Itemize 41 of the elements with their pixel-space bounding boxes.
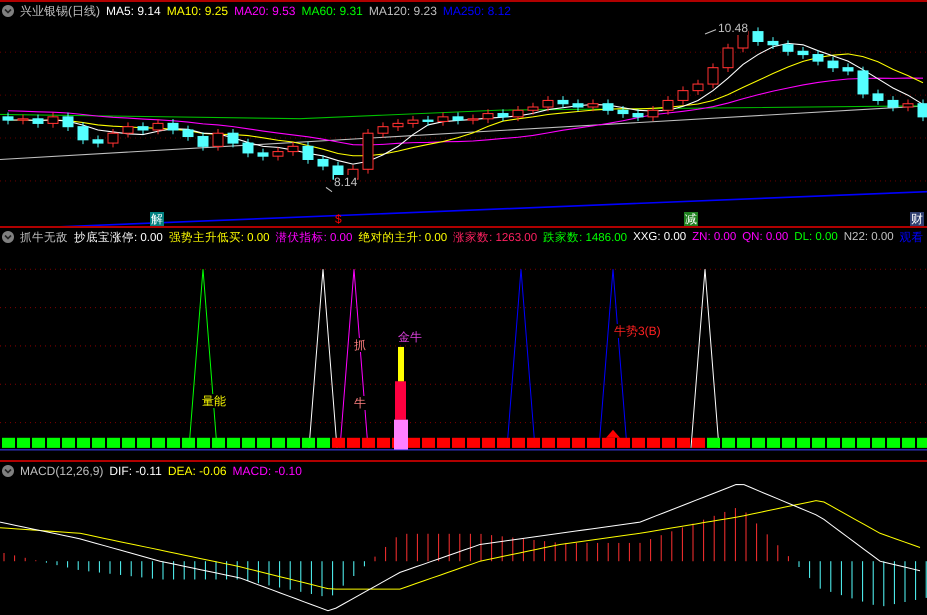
indicator-reading: DIF: -0.11 <box>109 464 162 478</box>
triangle-icon <box>606 430 620 438</box>
leader-line <box>704 29 716 34</box>
indicator-reading: MA60: 9.31 <box>301 4 363 18</box>
indicator-reading: 绝对的主升: 0.00 <box>358 230 448 244</box>
signal-label: 量能 <box>202 394 226 408</box>
indicator-reading: MA250: 8.12 <box>442 4 511 18</box>
leader-line <box>326 186 332 192</box>
pane-title: 抓牛无敌 <box>20 230 68 244</box>
signal-label: 抓 <box>354 338 366 352</box>
indicator-reading: MACD: -0.10 <box>232 464 302 478</box>
indicator-reading: ZN: 0.00 <box>692 231 736 243</box>
chevron-circle-icon[interactable] <box>2 465 14 477</box>
indicator-reading: 观看 <box>900 230 924 244</box>
event-marker[interactable]: $ <box>334 212 343 226</box>
signal-label: 金牛 <box>398 330 422 344</box>
indicator-reading: DL: 0.00 <box>794 231 838 243</box>
signal-label: 牛 <box>354 396 366 410</box>
indicator-reading: 抄底宝涨停: 0.00 <box>74 230 163 244</box>
indicator-reading: 强势主升低买: 0.00 <box>168 230 270 244</box>
event-marker[interactable]: 财 <box>910 212 924 226</box>
indicator-reading: 涨家数: 1263.00 <box>453 230 538 244</box>
indicator-reading: XXG: 0.00 <box>633 231 686 243</box>
event-marker[interactable]: 减 <box>684 212 698 226</box>
indicator-reading: 潜伏指标: 0.00 <box>276 230 352 244</box>
pane-title: MACD(12,26,9) <box>20 464 104 478</box>
chevron-circle-icon[interactable] <box>2 231 14 243</box>
indicator-reading: MA120: 9.23 <box>368 4 437 18</box>
signal-label: 牛势3(B) <box>614 324 661 338</box>
pane-title: 兴业银锡(日线) <box>20 2 100 20</box>
low-price-label: 8.14 <box>334 175 358 189</box>
chevron-circle-icon[interactable] <box>2 5 14 17</box>
high-price-label: 10.48 <box>718 21 748 35</box>
indicator-reading: DEA: -0.06 <box>168 464 227 478</box>
indicator-reading: QN: 0.00 <box>742 231 788 243</box>
event-marker[interactable]: 解 <box>150 212 164 226</box>
indicator-reading: 跌家数: 1486.00 <box>543 230 628 244</box>
indicator-reading: MA10: 9.25 <box>166 4 228 18</box>
indicator-reading: MA5: 9.14 <box>106 4 161 18</box>
indicator-reading: MA20: 9.53 <box>234 4 296 18</box>
indicator-reading: N22: 0.00 <box>844 231 894 243</box>
